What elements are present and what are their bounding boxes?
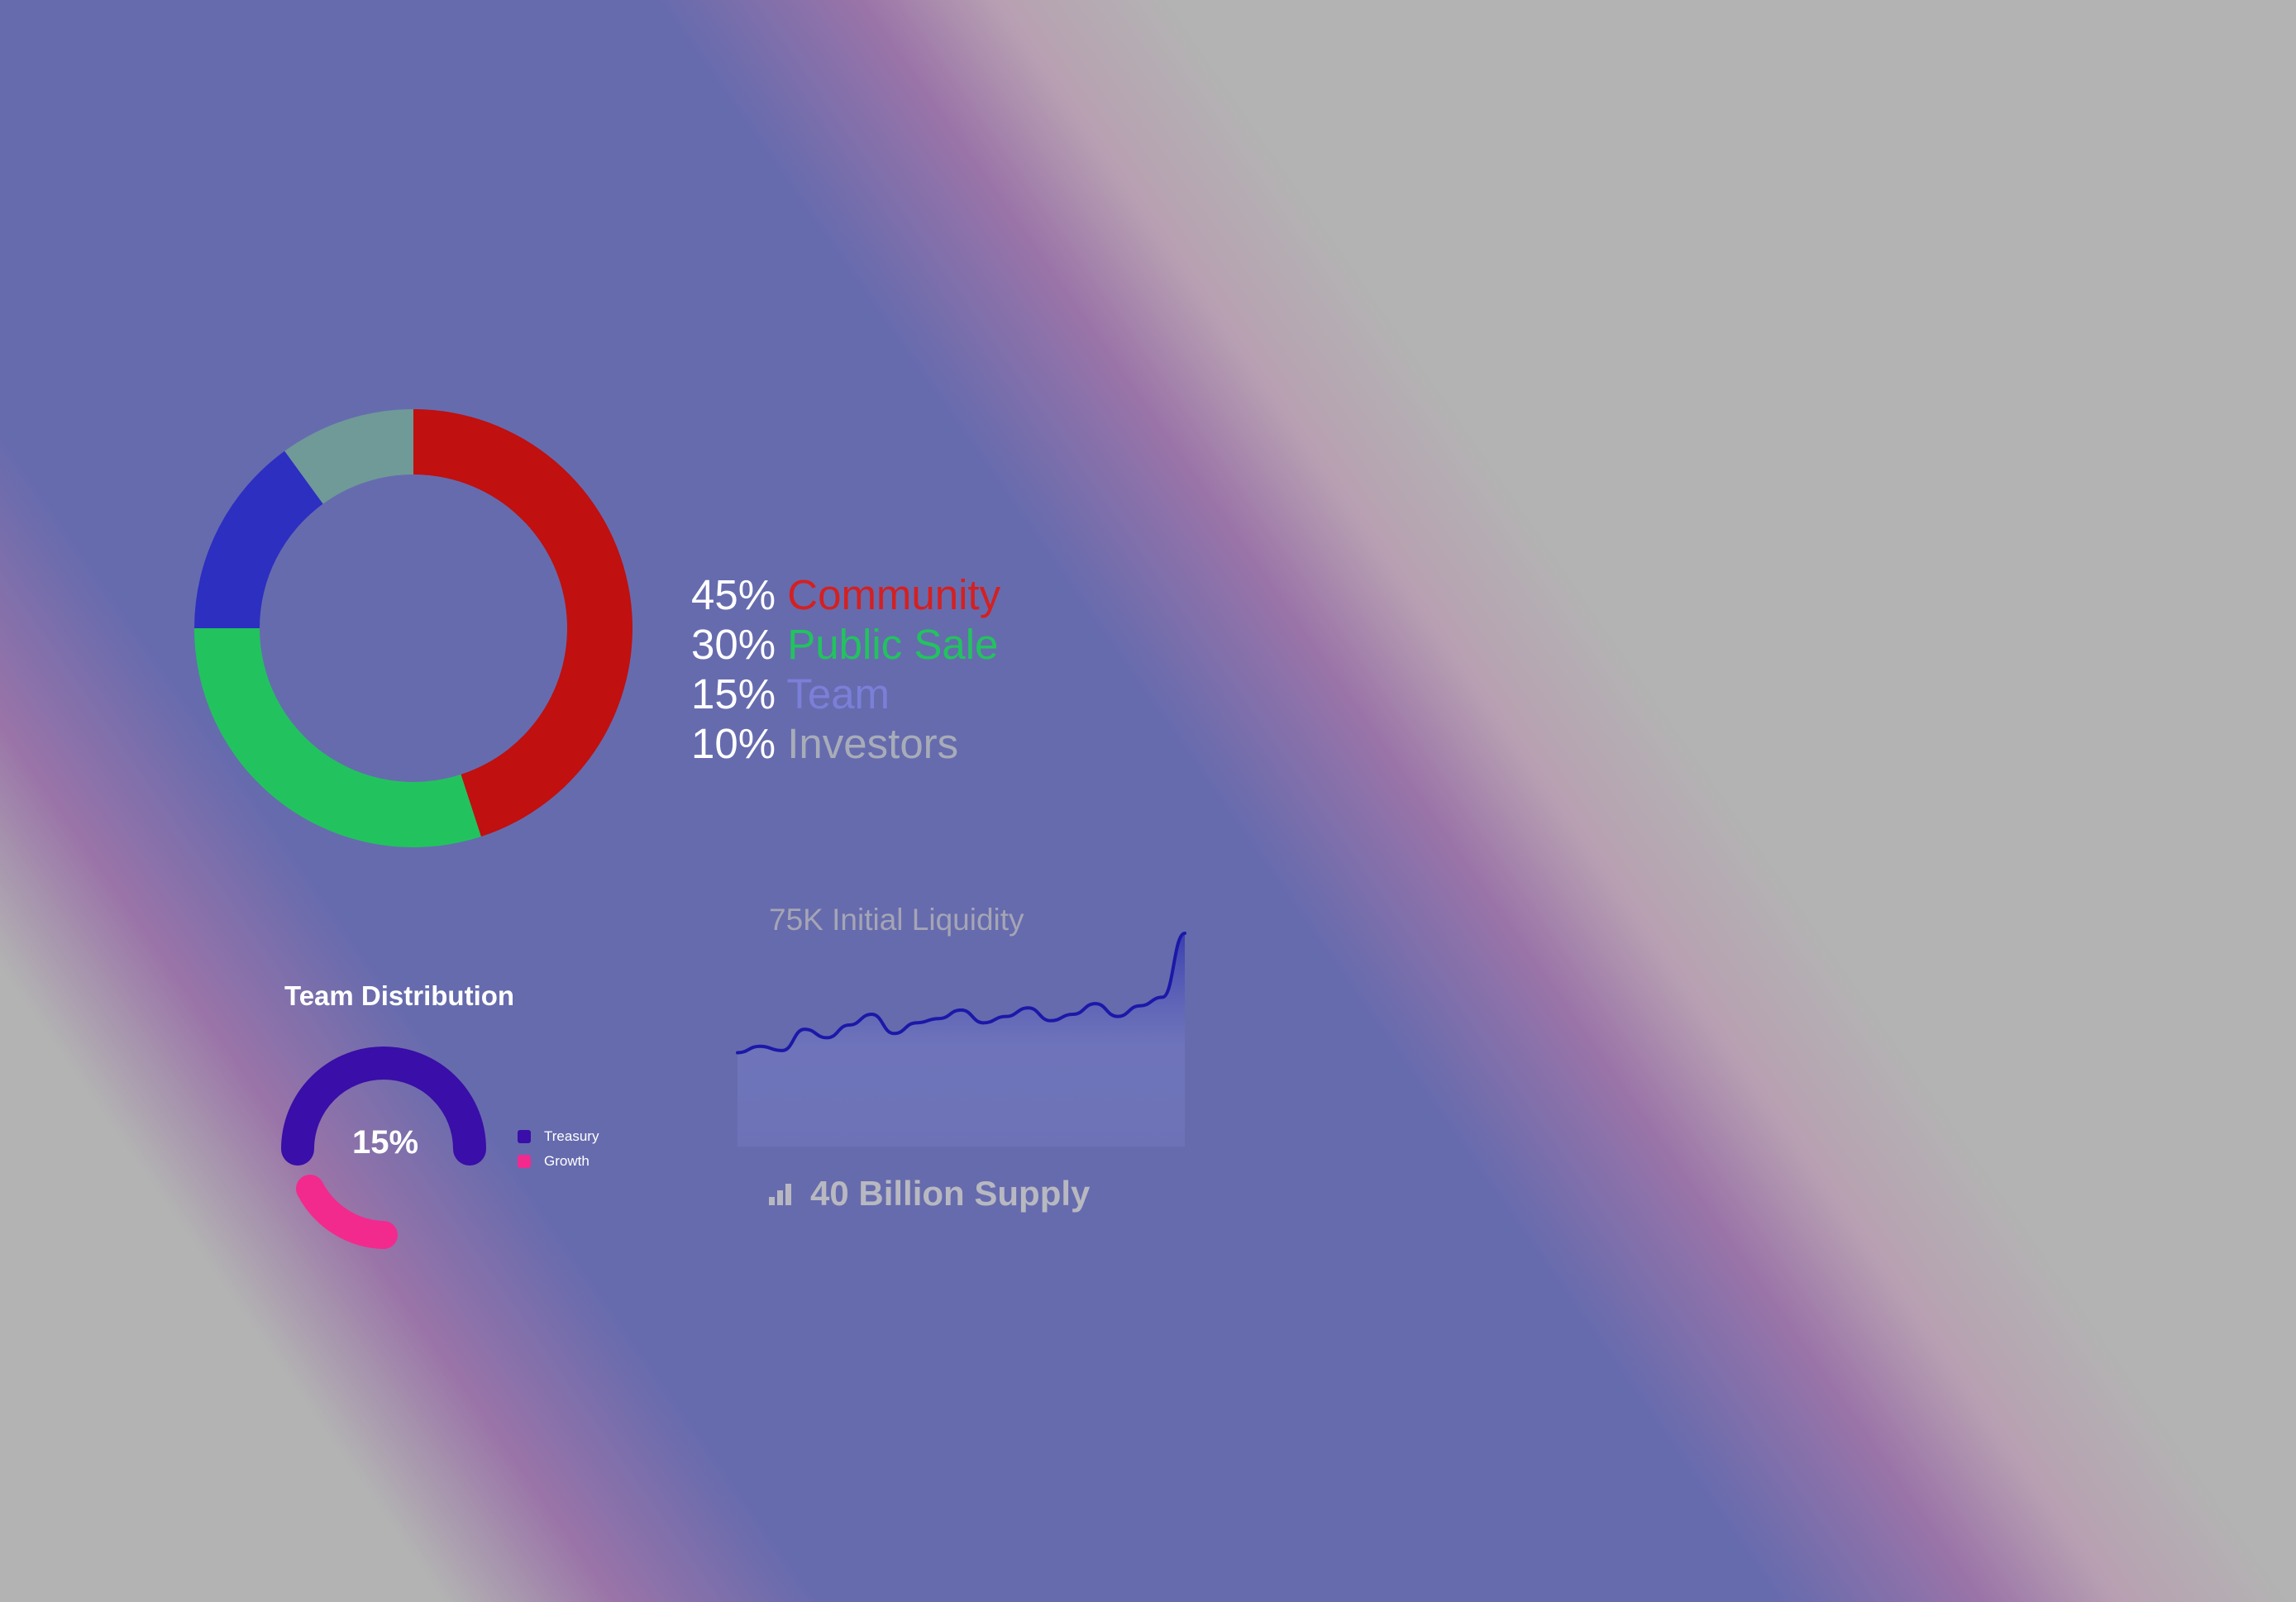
bar-chart-icon xyxy=(769,1184,791,1205)
legend-pct: 45% xyxy=(691,571,776,618)
legend-label: Team xyxy=(786,670,890,718)
supply-caption: 40 Billion Supply xyxy=(767,1174,1090,1213)
legend-label: Investors xyxy=(787,720,959,767)
donut-slice-team xyxy=(194,451,323,628)
gauge-legend-row-treasury: Treasury xyxy=(518,1124,599,1149)
gauge-legend: Treasury Growth xyxy=(518,1124,599,1174)
legend-row-team: 15% Team xyxy=(691,670,1000,719)
legend-label: Community xyxy=(787,571,1001,618)
donut-legend: 45% Community 30% Public Sale 15% Team 1… xyxy=(691,570,1000,769)
legend-label: Growth xyxy=(544,1153,590,1169)
supply-text: 40 Billion Supply xyxy=(810,1174,1091,1213)
legend-row-community: 45% Community xyxy=(691,570,1000,620)
legend-row-public-sale: 30% Public Sale xyxy=(691,620,1000,670)
area-fill xyxy=(737,933,1185,1147)
team-distribution-title: Team Distribution xyxy=(284,980,515,1011)
liquidity-area-chart xyxy=(736,932,1186,1147)
team-gauge: 15% xyxy=(281,1047,486,1249)
donut-slice-community xyxy=(413,409,632,837)
legend-row-investors: 10% Investors xyxy=(691,719,1000,769)
legend-swatch xyxy=(518,1130,531,1143)
legend-pct: 30% xyxy=(691,621,776,668)
legend-pct: 15% xyxy=(691,670,776,718)
donut-chart xyxy=(194,409,632,847)
gauge-center-label: 15% xyxy=(352,1124,418,1161)
legend-swatch xyxy=(518,1155,531,1168)
legend-label: Public Sale xyxy=(787,621,999,668)
gauge-legend-row-growth: Growth xyxy=(518,1149,599,1174)
donut-slice-public-sale xyxy=(194,628,481,847)
legend-label: Treasury xyxy=(544,1128,599,1144)
legend-pct: 10% xyxy=(691,720,776,767)
gauge-arc-growth xyxy=(296,1175,398,1249)
